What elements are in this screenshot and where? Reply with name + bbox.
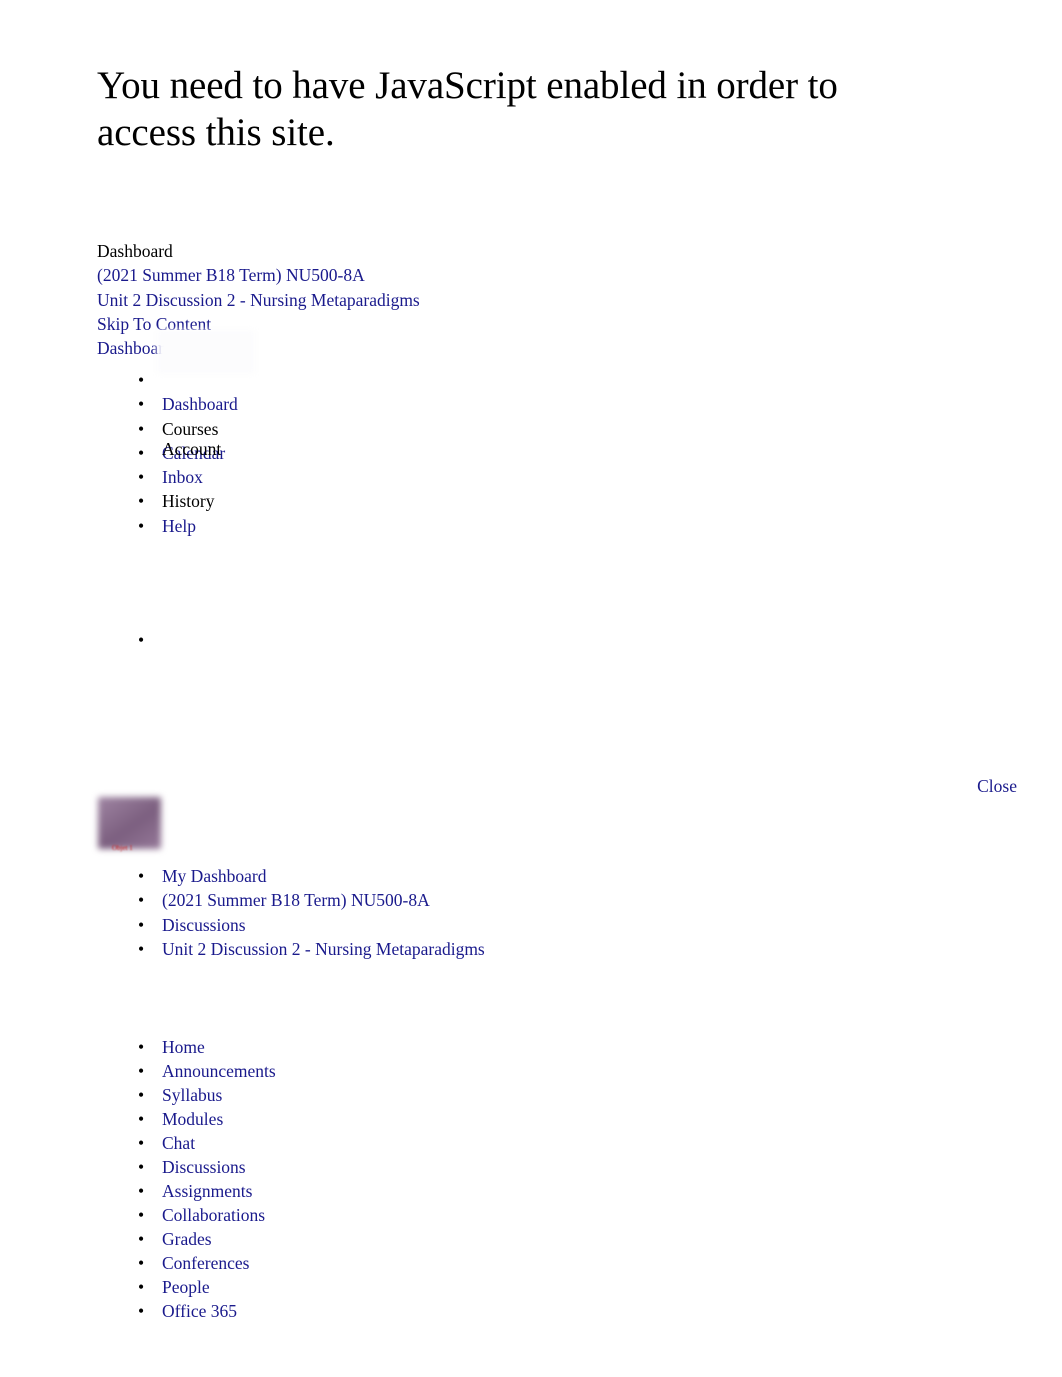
broken-image-icon xyxy=(98,797,161,849)
close-button[interactable]: Close xyxy=(977,776,1017,796)
broken-image-placeholder: Objet 1 xyxy=(98,797,161,858)
course-nav-item-collaborations[interactable]: Collaborations xyxy=(97,1203,577,1227)
broken-image-label: Objet 1 xyxy=(112,844,133,852)
sidebar-item-avatar[interactable] xyxy=(97,330,717,393)
course-breadcrumb-discussions-label[interactable]: Discussions xyxy=(162,915,246,935)
course-nav-item-office365[interactable]: Office 365 xyxy=(97,1299,577,1323)
breadcrumb: Dashboard (2021 Summer B18 Term) NU500-8… xyxy=(97,239,420,360)
course-nav-label[interactable]: Grades xyxy=(162,1229,212,1249)
sidebar-item-help[interactable]: Help xyxy=(97,514,717,539)
sidebar-item-history[interactable]: History xyxy=(97,489,717,514)
course-nav-label[interactable]: Announcements xyxy=(162,1061,276,1081)
course-nav-item-conferences[interactable]: Conferences xyxy=(97,1251,577,1275)
course-breadcrumb-list: My Dashboard (2021 Summer B18 Term) NU50… xyxy=(97,864,797,961)
course-nav-item-chat[interactable]: Chat xyxy=(97,1131,577,1155)
breadcrumb-link-discussion[interactable]: Unit 2 Discussion 2 - Nursing Metaparadi… xyxy=(97,290,420,310)
course-nav-item-discussions[interactable]: Discussions xyxy=(97,1155,577,1179)
sidebar-item-dashboard[interactable]: Dashboard xyxy=(97,392,717,417)
course-nav-label[interactable]: Conferences xyxy=(162,1253,249,1273)
sidebar-item-dashboard-label[interactable]: Dashboard xyxy=(162,394,238,414)
course-breadcrumb-topic[interactable]: Unit 2 Discussion 2 - Nursing Metaparadi… xyxy=(97,937,797,962)
course-nav-label[interactable]: Syllabus xyxy=(162,1085,222,1105)
course-nav-label[interactable]: Chat xyxy=(162,1133,195,1153)
sidebar-item-history-label: History xyxy=(162,491,215,512)
page-root: You need to have JavaScript enabled in o… xyxy=(0,0,1062,1377)
close-link-container: Close xyxy=(0,774,1017,798)
sidebar-item-inbox[interactable]: Inbox xyxy=(97,465,717,490)
javascript-required-heading: You need to have JavaScript enabled in o… xyxy=(97,64,838,154)
course-nav-label[interactable]: Assignments xyxy=(162,1181,252,1201)
course-nav-label[interactable]: Home xyxy=(162,1037,205,1057)
avatar[interactable] xyxy=(157,330,255,374)
course-nav-label[interactable]: Modules xyxy=(162,1109,223,1129)
course-breadcrumb-my-dashboard-label[interactable]: My Dashboard xyxy=(162,866,267,886)
sidebar-item-help-label[interactable]: Help xyxy=(162,516,196,536)
breadcrumb-label: Dashboard xyxy=(97,241,173,261)
course-breadcrumb-discussions[interactable]: Discussions xyxy=(97,913,797,938)
course-nav-item-people[interactable]: People xyxy=(97,1275,577,1299)
course-nav-item-announcements[interactable]: Announcements xyxy=(97,1059,577,1083)
course-nav-item-assignments[interactable]: Assignments xyxy=(97,1179,577,1203)
course-nav-item-modules[interactable]: Modules xyxy=(97,1107,577,1131)
course-nav-label[interactable]: Collaborations xyxy=(162,1205,265,1225)
sidebar-item-inbox-label[interactable]: Inbox xyxy=(162,467,203,487)
course-nav-item-home[interactable]: Home xyxy=(97,1035,577,1059)
course-breadcrumb-my-dashboard[interactable]: My Dashboard xyxy=(97,864,797,889)
course-breadcrumb-course-label[interactable]: (2021 Summer B18 Term) NU500-8A xyxy=(162,890,430,910)
breadcrumb-item-dashboard-static: Dashboard xyxy=(97,239,420,263)
breadcrumb-item-skip-to-content[interactable]: Skip To Content xyxy=(97,312,420,336)
global-navigation-trailing-item[interactable] xyxy=(97,628,162,653)
course-nav-label[interactable]: Discussions xyxy=(162,1157,246,1177)
breadcrumb-item-discussion[interactable]: Unit 2 Discussion 2 - Nursing Metaparadi… xyxy=(97,288,420,312)
breadcrumb-link-course[interactable]: (2021 Summer B18 Term) NU500-8A xyxy=(97,265,365,285)
sidebar-item-courses-label: Courses xyxy=(162,418,219,439)
course-navigation-list: Home Announcements Syllabus Modules Chat… xyxy=(97,1035,577,1323)
course-nav-label[interactable]: People xyxy=(162,1277,210,1297)
breadcrumb-item-course[interactable]: (2021 Summer B18 Term) NU500-8A xyxy=(97,263,420,287)
course-nav-item-syllabus[interactable]: Syllabus xyxy=(97,1083,577,1107)
course-breadcrumb-course[interactable]: (2021 Summer B18 Term) NU500-8A xyxy=(97,888,797,913)
course-breadcrumb-topic-label[interactable]: Unit 2 Discussion 2 - Nursing Metaparadi… xyxy=(162,939,485,959)
breadcrumb-item-dashboard-link[interactable]: Dashboard xyxy=(97,336,420,360)
course-nav-label[interactable]: Office 365 xyxy=(162,1301,237,1321)
account-label: Account xyxy=(162,439,222,459)
course-nav-item-grades[interactable]: Grades xyxy=(97,1227,577,1251)
